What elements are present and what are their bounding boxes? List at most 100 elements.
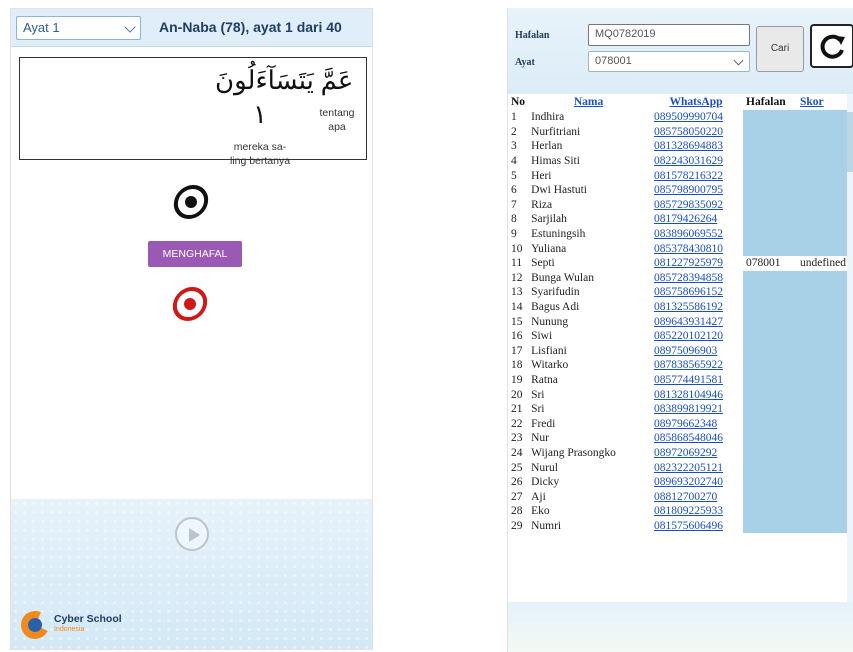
whatsapp-link[interactable]: 08812700270 [652, 491, 717, 503]
cell-whatsapp[interactable]: 089509990704 [649, 110, 743, 125]
whatsapp-link[interactable]: 081575606496 [652, 520, 723, 532]
whatsapp-link[interactable]: 083899819921 [652, 403, 723, 415]
student-table-container[interactable]: No Nama WhatsApp Hafalan Skor 1 Indhira 08… [508, 94, 853, 602]
whatsapp-link[interactable]: 08179426264 [652, 213, 717, 225]
cell-whatsapp[interactable]: 082243031629 [649, 154, 743, 169]
cell-no: 23 [511, 432, 523, 445]
cell-whatsapp[interactable]: 081578216322 [649, 168, 743, 183]
whatsapp-link[interactable]: 081578216322 [652, 170, 723, 182]
cell-no: 6 [511, 184, 517, 197]
cell-skor [796, 343, 853, 359]
cell-whatsapp[interactable]: 085220102120 [649, 329, 743, 344]
cari-button[interactable]: Cari [756, 26, 804, 72]
whatsapp-link[interactable]: 082322205121 [652, 462, 723, 474]
cell-whatsapp[interactable]: 085758050220 [649, 125, 743, 140]
cell-skor [796, 197, 853, 213]
cell-whatsapp[interactable]: 081328104946 [649, 387, 743, 402]
cell-whatsapp[interactable]: 081809225933 [649, 504, 743, 519]
table-row: 14 Bagus Adi 081325586192 [508, 299, 853, 315]
whatsapp-link[interactable]: 083896069552 [652, 228, 723, 240]
whatsapp-link[interactable]: 08979662348 [652, 418, 717, 430]
whatsapp-link[interactable]: 08972069292 [652, 447, 717, 459]
record-circle-icon[interactable] [170, 287, 210, 323]
header-whatsapp[interactable]: WhatsApp [649, 94, 743, 110]
whatsapp-link[interactable]: 085774491581 [652, 374, 723, 386]
cell-nama: Nunung [531, 315, 569, 328]
cell-whatsapp[interactable]: 085798900795 [649, 183, 743, 198]
whatsapp-link[interactable]: 089509990704 [652, 111, 723, 123]
cell-whatsapp[interactable]: 08972069292 [649, 446, 743, 461]
cell-whatsapp[interactable]: 08975096903 [649, 344, 743, 359]
header-nama[interactable]: Nama [528, 94, 650, 110]
whatsapp-link[interactable]: 085220102120 [652, 330, 723, 342]
cell-whatsapp[interactable]: 082322205121 [649, 460, 743, 475]
cell-no: 26 [511, 476, 523, 489]
whatsapp-link[interactable]: 085729835092 [652, 199, 723, 211]
cell-whatsapp[interactable]: 085774491581 [649, 373, 743, 388]
cell-whatsapp[interactable]: 089693202740 [649, 475, 743, 490]
cell-no: 15 [511, 315, 523, 328]
whatsapp-link[interactable]: 081328694883 [652, 140, 723, 152]
cell-hafalan [743, 372, 797, 388]
cell-skor [796, 153, 853, 169]
word-translation-line: ling bertanya [229, 155, 291, 167]
whatsapp-link[interactable]: 087838565922 [652, 359, 723, 371]
whatsapp-link[interactable]: 081328104946 [652, 389, 723, 401]
whatsapp-link[interactable]: 085758050220 [652, 126, 723, 138]
table-scrollbar[interactable] [847, 94, 853, 602]
sort-nama-link[interactable]: Nama [574, 96, 603, 108]
cell-whatsapp[interactable]: 085728394858 [649, 271, 743, 286]
cell-whatsapp[interactable]: 089643931427 [649, 314, 743, 329]
whatsapp-link[interactable]: 081809225933 [652, 505, 723, 517]
cell-whatsapp[interactable]: 081325586192 [649, 300, 743, 315]
whatsapp-link[interactable]: 081227925979 [652, 257, 723, 269]
cell-whatsapp[interactable]: 085729835092 [649, 198, 743, 213]
refresh-button[interactable] [810, 24, 853, 68]
whatsapp-link[interactable]: 08975096903 [652, 345, 717, 357]
whatsapp-link[interactable]: 085798900795 [652, 184, 723, 196]
cell-whatsapp[interactable]: 085758696152 [649, 285, 743, 300]
cell-whatsapp[interactable]: 083896069552 [649, 227, 743, 242]
verse-word[interactable]: عَمَّ tentang apa [310, 64, 364, 134]
whatsapp-link[interactable]: 081325586192 [652, 301, 723, 313]
logo-name: Cyber School [54, 613, 122, 625]
cell-whatsapp[interactable]: 08979662348 [649, 416, 743, 431]
cell-nama: Nur [531, 432, 549, 445]
whatsapp-link[interactable]: 085868548046 [652, 432, 723, 444]
scrollbar-thumb[interactable] [847, 112, 853, 172]
cell-no: 11 [511, 257, 523, 270]
cell-whatsapp[interactable]: 083899819921 [649, 402, 743, 417]
cell-whatsapp[interactable]: 087838565922 [649, 358, 743, 373]
play-button[interactable] [175, 517, 209, 551]
whatsapp-link[interactable]: 089693202740 [652, 476, 723, 488]
cell-whatsapp[interactable]: 081328694883 [649, 139, 743, 154]
cell-whatsapp[interactable]: 085868548046 [649, 431, 743, 446]
whatsapp-link[interactable]: 089643931427 [652, 316, 723, 328]
cell-whatsapp[interactable]: 08812700270 [649, 489, 743, 504]
cell-nama: Indhira [531, 111, 565, 124]
cell-no: 27 [511, 490, 523, 503]
cell-no: 5 [511, 169, 517, 182]
verse-word[interactable]: يَتَسَآءَلُونَ ۱ mereka sa- ling bertany… [215, 64, 314, 168]
sort-whatsapp-link[interactable]: WhatsApp [669, 96, 722, 108]
cell-whatsapp[interactable]: 085378430810 [649, 241, 743, 256]
table-row: 21 Sri 083899819921 [508, 401, 853, 417]
ayat-select[interactable]: Ayat 1 [16, 16, 141, 40]
listen-circle-icon[interactable] [171, 185, 211, 221]
cell-whatsapp[interactable]: 081575606496 [649, 519, 743, 534]
whatsapp-link[interactable]: 082243031629 [652, 155, 723, 167]
whatsapp-link[interactable]: 085728394858 [652, 272, 723, 284]
whatsapp-link[interactable]: 085378430810 [652, 243, 723, 255]
menghafal-button[interactable]: MENGHAFAL [148, 241, 242, 267]
cell-whatsapp[interactable]: 08179426264 [649, 212, 743, 227]
sort-skor-link[interactable]: Skor [800, 96, 824, 108]
hafalan-input[interactable]: MQ0782019 [588, 24, 750, 46]
cell-skor [796, 182, 853, 198]
cell-nama: Nurul [531, 461, 558, 474]
header-skor[interactable]: Skor [796, 94, 853, 110]
table-row: 26 Dicky 089693202740 [508, 474, 853, 490]
cell-no: 7 [511, 198, 517, 211]
ayat-select[interactable]: 078001 [588, 51, 750, 72]
cell-whatsapp[interactable]: 081227925979 [649, 256, 743, 271]
whatsapp-link[interactable]: 085758696152 [652, 286, 723, 298]
